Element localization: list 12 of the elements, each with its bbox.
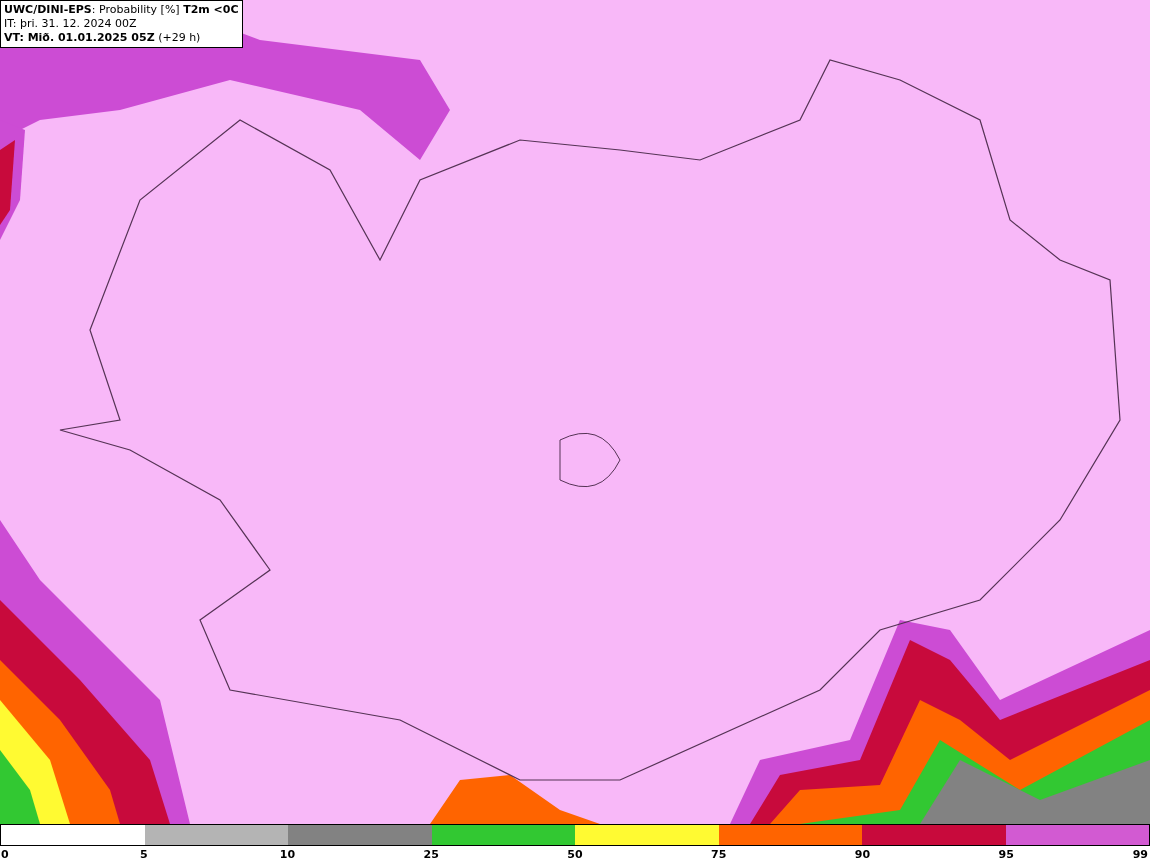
map-title-text: VT: Mið. 01.01.2025 05Z (+29 h) [4, 31, 202, 45]
scale-tick-label: 75 [711, 847, 727, 863]
scale-tick-label: 0 [1, 847, 9, 863]
scale-tick-label: 10 [279, 847, 296, 863]
map-title-text: UWC/DINI-EPS: Probability [%] T2m <0C [4, 3, 239, 17]
scale-tick-label: 25 [423, 847, 439, 863]
scale-tick-label: 5 [139, 847, 148, 863]
scale-tick-label: 95 [998, 847, 1014, 863]
scale-tick-label: 99 [1132, 847, 1148, 863]
scale-tick-label: 90 [854, 847, 871, 863]
scale-tick-label: 50 [567, 847, 583, 863]
map-title-text: IT: þri. 31. 12. 2024 00Z [4, 17, 138, 31]
